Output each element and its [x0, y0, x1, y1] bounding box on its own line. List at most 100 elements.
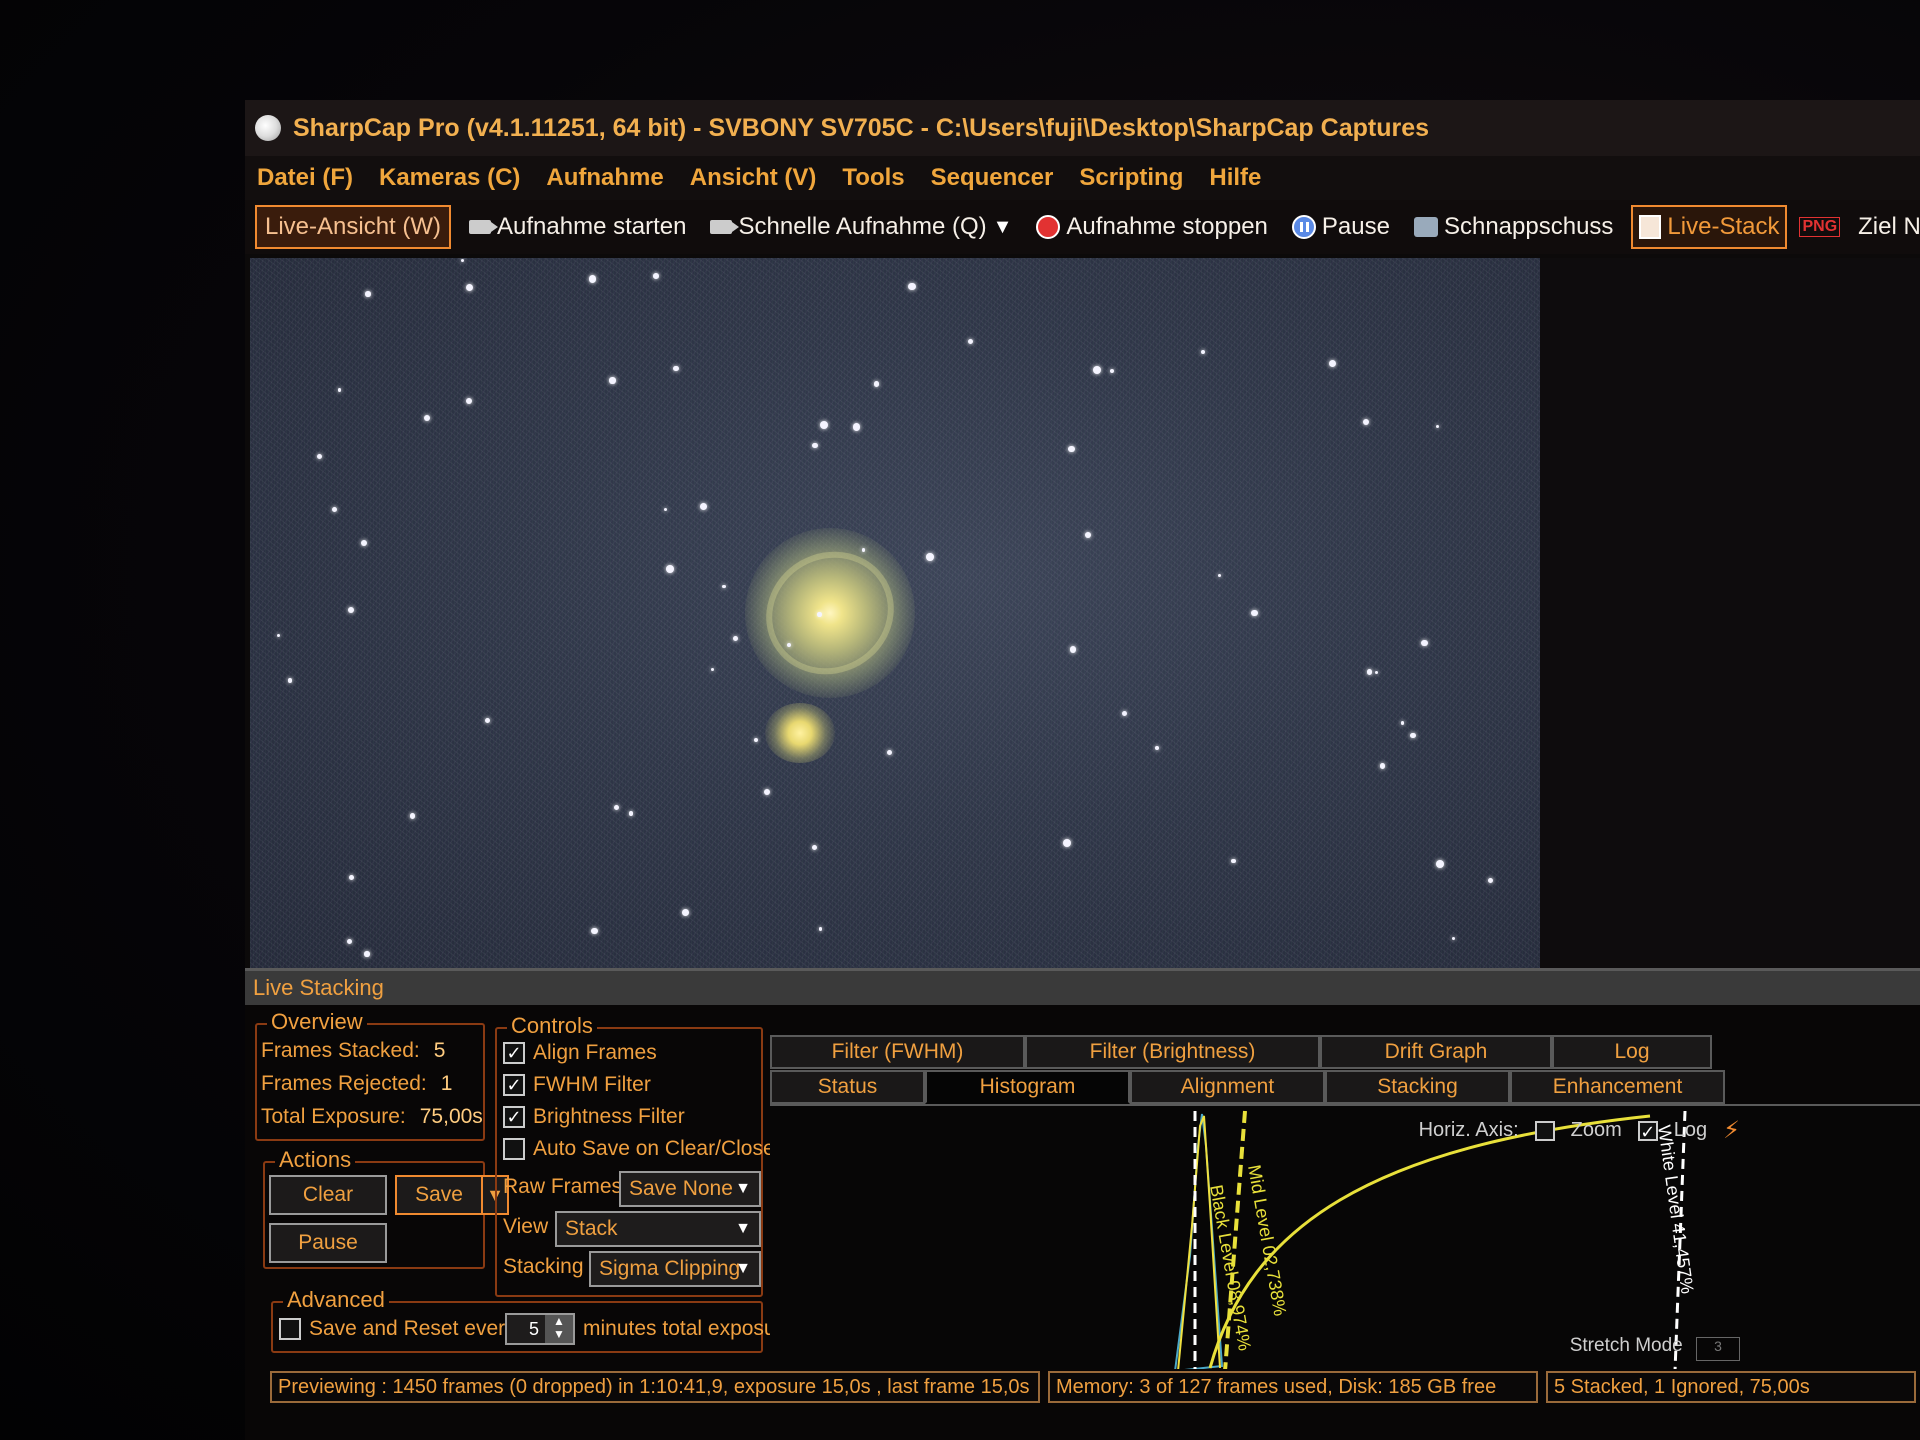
- tabs-bottom-row: Status Histogram Alignment Stacking Enha…: [770, 1070, 1725, 1104]
- pause-stack-button[interactable]: Pause: [269, 1223, 387, 1263]
- save-reset-checkbox[interactable]: Save and Reset every: [279, 1317, 516, 1341]
- zoom-checkbox[interactable]: [1534, 1120, 1555, 1141]
- menu-tools[interactable]: Tools: [842, 164, 904, 192]
- stacking-select[interactable]: Sigma Clipping ▼: [589, 1251, 761, 1287]
- checkbox-unchecked-icon: [503, 1138, 525, 1160]
- target-name-label: Ziel Name:: [1858, 213, 1920, 240]
- tab-drift-graph[interactable]: Drift Graph: [1320, 1035, 1552, 1069]
- companion-galaxy: [765, 703, 835, 763]
- tab-stacking[interactable]: Stacking: [1325, 1070, 1510, 1104]
- star: [786, 643, 791, 648]
- stop-capture-label: Aufnahme stoppen: [1066, 213, 1268, 240]
- raw-frames-select[interactable]: Save None ▼: [619, 1171, 761, 1207]
- chevron-down-icon: ▼: [735, 1220, 751, 1237]
- stepper-arrows-icon[interactable]: ▲ ▼: [545, 1315, 573, 1343]
- raw-frames-label: Raw Frames: [503, 1175, 623, 1198]
- overview-title: Overview: [267, 1009, 367, 1035]
- camera-icon: [1413, 217, 1438, 237]
- stacking-label: Stacking: [503, 1255, 584, 1278]
- stacking-value: Sigma Clipping: [599, 1257, 741, 1280]
- live-view-button[interactable]: Live-Ansicht (W): [255, 205, 452, 249]
- histogram-area[interactable]: Black Level 08,974% Mid Level 02,738% Wh…: [770, 1104, 1920, 1369]
- stack-status: 5 Stacked, 1 Ignored, 75,00s: [1546, 1371, 1916, 1403]
- live-view-label: Live-Ansicht (W): [265, 213, 442, 240]
- tab-histogram[interactable]: Histogram: [925, 1070, 1130, 1104]
- menu-sequencer[interactable]: Sequencer: [931, 164, 1054, 192]
- minutes-stepper[interactable]: 5 ▲ ▼: [505, 1313, 575, 1345]
- stop-capture-button[interactable]: Aufnahme stoppen: [1030, 205, 1273, 249]
- tab-log[interactable]: Log: [1552, 1035, 1712, 1069]
- tab-enhancement[interactable]: Enhancement: [1510, 1070, 1725, 1104]
- frames-stacked-value: 5: [433, 1039, 446, 1062]
- toolbar: Live-Ansicht (W) Aufnahme starten Schnel…: [245, 200, 1920, 254]
- clear-button[interactable]: Clear: [269, 1175, 387, 1215]
- total-exposure-label: Total Exposure:: [261, 1105, 406, 1128]
- frames-stacked-row: Frames Stacked: 5: [261, 1039, 445, 1063]
- tab-filter-brightness[interactable]: Filter (Brightness): [1025, 1035, 1320, 1069]
- live-image-viewport[interactable]: [250, 258, 1540, 968]
- frames-rejected-label: Frames Rejected:: [261, 1072, 427, 1095]
- star: [1121, 710, 1127, 716]
- menu-aufnahme[interactable]: Aufnahme: [546, 164, 663, 192]
- snapshot-button[interactable]: Schnappschuss: [1408, 205, 1619, 249]
- horiz-axis-label: Horiz. Axis:: [1418, 1119, 1519, 1141]
- fwhm-filter-checkbox[interactable]: ✓ FWHM Filter: [503, 1073, 651, 1097]
- menu-ansicht[interactable]: Ansicht (V): [690, 164, 817, 192]
- menu-datei[interactable]: Datei (F): [257, 164, 353, 192]
- star: [588, 275, 596, 283]
- lightning-icon[interactable]: ⚡: [1723, 1116, 1740, 1145]
- chevron-down-icon: ▼: [735, 1180, 751, 1197]
- star: [346, 938, 352, 945]
- menu-scripting[interactable]: Scripting: [1079, 164, 1183, 192]
- tabs-top-row: Filter (FWHM) Filter (Brightness) Drift …: [770, 1035, 1712, 1069]
- star: [1155, 746, 1159, 751]
- star: [348, 874, 354, 880]
- stretch-mode-select[interactable]: 3: [1696, 1337, 1740, 1361]
- star: [628, 811, 634, 816]
- star: [886, 749, 893, 756]
- star: [682, 909, 690, 916]
- tab-filter-fwhm[interactable]: Filter (FWHM): [770, 1035, 1025, 1069]
- mid-level-label: Mid Level 02,738%: [1244, 1163, 1290, 1317]
- white-level-label: White Level 41,457%: [1654, 1124, 1697, 1295]
- live-stacking-title: Live Stacking: [245, 971, 1920, 1005]
- log-checkbox[interactable]: ✓: [1637, 1120, 1658, 1141]
- title-bar: SharpCap Pro (v4.1.11251, 64 bit) - SVBO…: [245, 100, 1920, 156]
- checkbox-checked-icon: ✓: [503, 1074, 525, 1096]
- star: [672, 365, 679, 372]
- star: [1068, 445, 1075, 453]
- menu-kameras[interactable]: Kameras (C): [379, 164, 520, 192]
- zoom-label: Zoom: [1570, 1119, 1622, 1141]
- png-format-icon[interactable]: PNG: [1799, 217, 1841, 237]
- histogram-options: Horiz. Axis: Zoom ✓ Log ⚡: [1419, 1116, 1740, 1145]
- view-select[interactable]: Stack ▼: [555, 1211, 761, 1247]
- align-frames-checkbox[interactable]: ✓ Align Frames: [503, 1041, 657, 1065]
- star: [1069, 646, 1077, 653]
- menu-hilfe[interactable]: Hilfe: [1209, 164, 1261, 192]
- star: [1231, 858, 1236, 864]
- star: [364, 951, 370, 957]
- star: [817, 612, 822, 617]
- view-label: View: [503, 1215, 549, 1238]
- quick-capture-button[interactable]: Schnelle Aufnahme (Q) ▼: [704, 205, 1018, 249]
- live-stack-button[interactable]: Live-Stack: [1631, 205, 1788, 249]
- star: [1379, 763, 1385, 769]
- tab-status[interactable]: Status: [770, 1070, 925, 1104]
- star: [1063, 838, 1071, 847]
- pause-button[interactable]: Pause: [1286, 205, 1396, 249]
- overview-group: Overview Frames Stacked: 5 Frames Rejecte…: [255, 1009, 485, 1141]
- star: [287, 678, 293, 683]
- view-value: Stack: [565, 1217, 618, 1240]
- checkbox-unchecked-icon: [279, 1318, 301, 1340]
- histogram-chart[interactable]: Black Level 08,974% Mid Level 02,738% Wh…: [770, 1106, 1920, 1369]
- tab-alignment[interactable]: Alignment: [1130, 1070, 1325, 1104]
- chevron-down-icon[interactable]: ▼: [993, 216, 1013, 239]
- save-button[interactable]: Save: [395, 1175, 483, 1215]
- checkbox-checked-icon: ✓: [503, 1042, 525, 1064]
- stop-icon: [1036, 215, 1061, 239]
- auto-save-checkbox[interactable]: Auto Save on Clear/Close: [503, 1137, 775, 1161]
- brightness-filter-checkbox[interactable]: ✓ Brightness Filter: [503, 1105, 685, 1129]
- start-capture-button[interactable]: Aufnahme starten: [463, 205, 692, 249]
- actions-title: Actions: [275, 1147, 356, 1173]
- star: [1084, 531, 1091, 538]
